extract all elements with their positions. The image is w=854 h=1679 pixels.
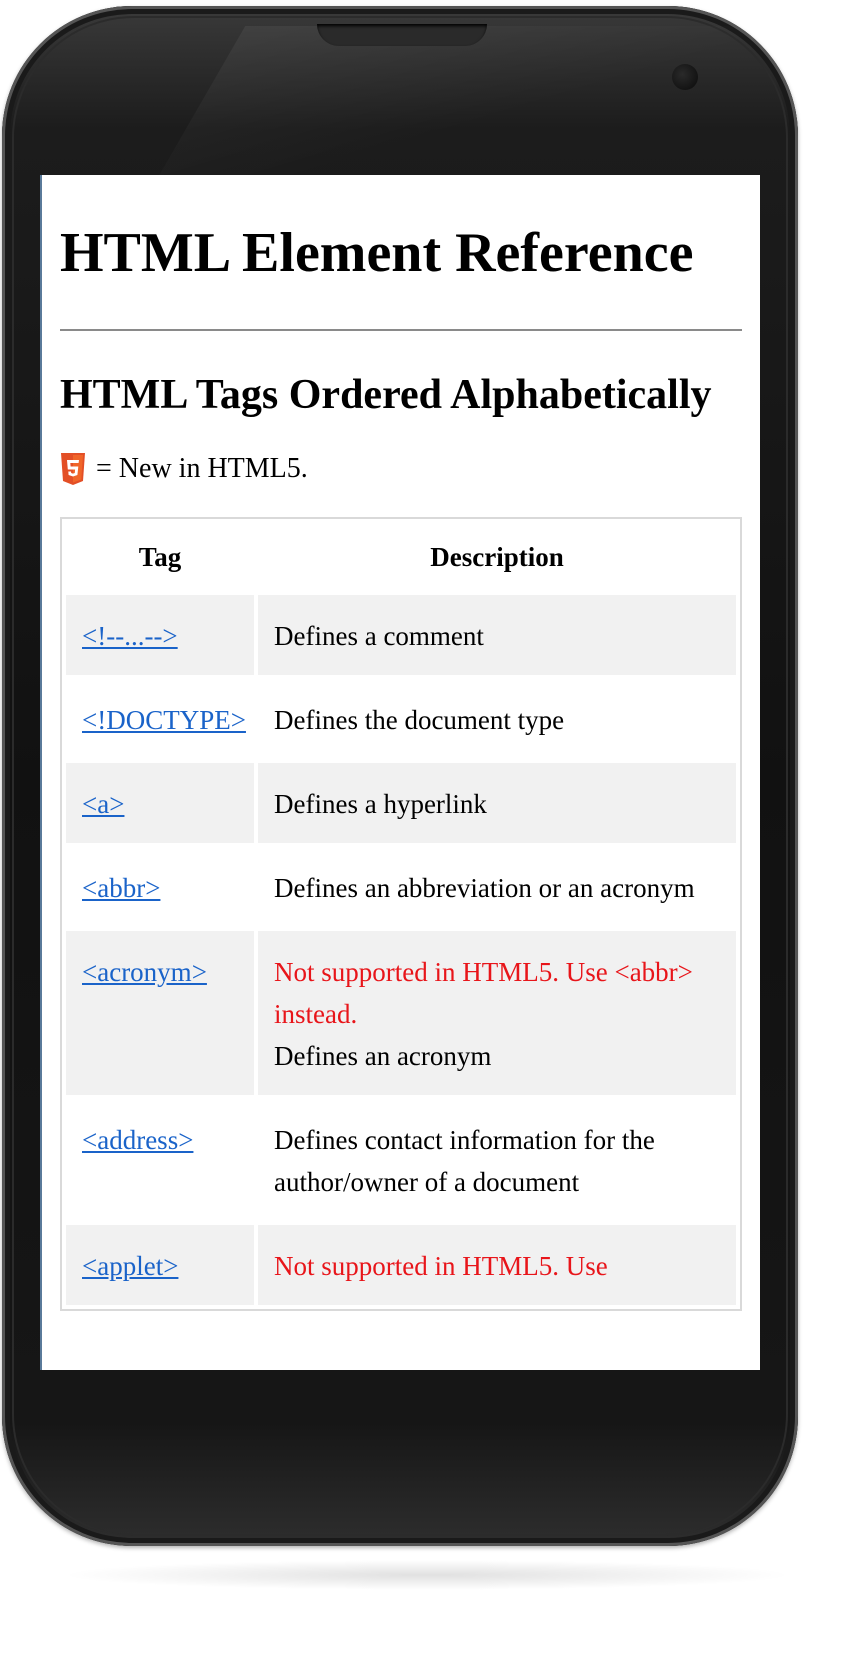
earpiece-speaker (317, 24, 487, 46)
description-cell: Not supported in HTML5. Use <abbr> inste… (258, 931, 736, 1095)
tag-link-acronym[interactable]: <acronym> (82, 957, 207, 987)
html5-icon (61, 453, 85, 485)
description-cell: Defines contact information for the auth… (258, 1099, 736, 1221)
table-row: <applet> Not supported in HTML5. Use (66, 1225, 736, 1305)
section-title: HTML Tags Ordered Alphabetically (60, 372, 712, 418)
tag-cell: <address> (66, 1099, 254, 1221)
table-row: <!--...--> Defines a comment (66, 595, 736, 675)
tag-link-a[interactable]: <a> (82, 789, 124, 819)
html5-legend: = New in HTML5. (60, 449, 742, 489)
description-cell: Defines a hyperlink (258, 763, 736, 843)
description-cell: Defines a comment (258, 595, 736, 675)
column-header-tag: Tag (138, 541, 182, 572)
tag-cell: <abbr> (66, 847, 254, 927)
front-camera-icon (672, 64, 698, 90)
table-header-row: Tag Description (66, 523, 736, 591)
tag-cell: <!DOCTYPE> (66, 679, 254, 759)
tag-cell: <!--...--> (66, 595, 254, 675)
tag-reference-table: Tag Description <!--...--> Defines a com… (60, 517, 742, 1311)
tag-link-doctype[interactable]: <!DOCTYPE> (82, 705, 246, 735)
browser-viewport[interactable]: HTML Element Reference HTML Tags Ordered… (40, 175, 760, 1370)
table-row: <acronym> Not supported in HTML5. Use <a… (66, 931, 736, 1095)
description-cell: Not supported in HTML5. Use (258, 1225, 736, 1305)
description-cell: Defines an abbreviation or an acronym (258, 847, 736, 927)
deprecation-note: Not supported in HTML5. Use (274, 1251, 608, 1281)
tag-link-abbr[interactable]: <abbr> (82, 873, 160, 903)
table-row: <abbr> Defines an abbreviation or an acr… (66, 847, 736, 927)
description-text: Defines a hyperlink (274, 789, 487, 819)
column-header-description: Description (430, 541, 564, 572)
title-divider (60, 329, 742, 331)
description-text: Defines an acronym (274, 1041, 492, 1071)
table-row: <!DOCTYPE> Defines the document type (66, 679, 736, 759)
description-text: Defines an abbreviation or an acronym (274, 873, 695, 903)
description-text: Defines the document type (274, 705, 565, 735)
description-text: Defines a comment (274, 621, 484, 651)
deprecation-note: Not supported in HTML5. Use <abbr> inste… (274, 957, 693, 1029)
table-row: <address> Defines contact information fo… (66, 1099, 736, 1221)
page-title: HTML Element Reference (60, 222, 694, 284)
tag-cell: <a> (66, 763, 254, 843)
description-text: Defines contact information for the auth… (274, 1125, 655, 1197)
tag-cell: <applet> (66, 1225, 254, 1305)
page-content: HTML Element Reference HTML Tags Ordered… (42, 175, 760, 1311)
device-shadow (60, 1560, 794, 1590)
tag-link-applet[interactable]: <applet> (82, 1251, 178, 1281)
tag-link-address[interactable]: <address> (82, 1125, 193, 1155)
table-row: <a> Defines a hyperlink (66, 763, 736, 843)
phone-glare (158, 26, 766, 176)
description-cell: Defines the document type (258, 679, 736, 759)
tag-cell: <acronym> (66, 931, 254, 1095)
legend-text: = New in HTML5. (96, 453, 308, 484)
tag-link-comment[interactable]: <!--...--> (82, 621, 178, 651)
